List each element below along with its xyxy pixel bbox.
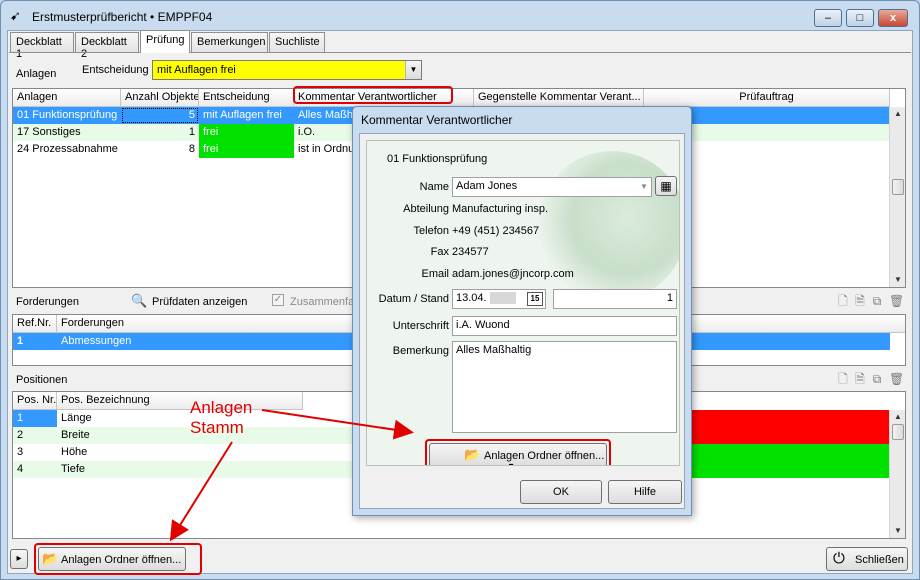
arrow-to-footer-button: [169, 441, 233, 542]
arrow-to-dialog-button: [261, 409, 414, 440]
annotation-arrows: [169, 409, 414, 542]
